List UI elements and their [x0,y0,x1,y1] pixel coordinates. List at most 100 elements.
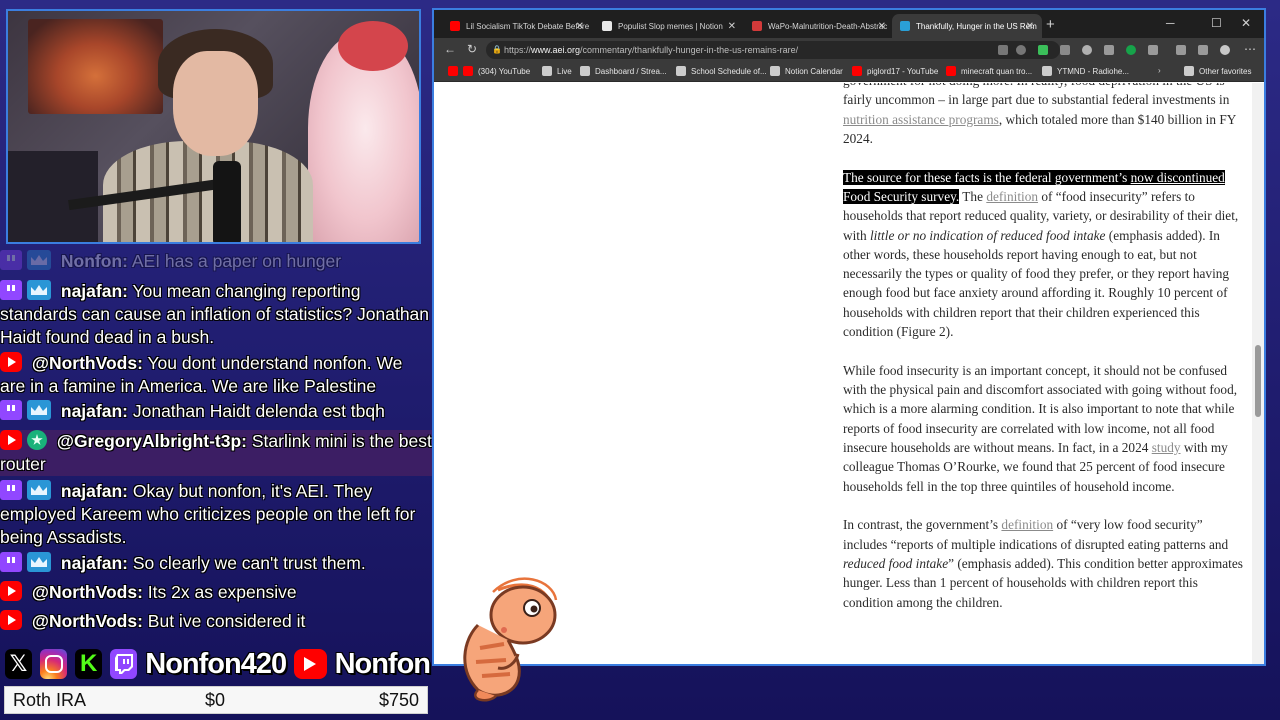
scrollbar-thumb[interactable] [1255,345,1261,417]
new-tab-button[interactable]: + [1046,16,1055,33]
bookmark-label: piglord17 - YouTube [867,66,939,76]
paragraph-text: The [959,188,987,204]
microphone [213,161,241,242]
chat-text: Its 2x as expensive [147,582,297,602]
extension-circle-icon[interactable] [1082,45,1092,55]
tab-pdf[interactable]: WaPo-Malnutrition-Death-Abstrac ✕ [744,14,894,38]
url-path: /commentary/thankfully-hunger-in-the-us-… [580,45,799,55]
emphasis-text: reduced food intake [843,556,949,572]
url-input[interactable]: 🔒 https://www.aei.org/commentary/thankfu… [486,41,1060,59]
bookmark-label: Dashboard / Strea... [595,66,667,76]
chat-message: Nonfon: AEI has a paper on hunger [0,250,432,273]
url-prefix: https:// [504,45,532,55]
twitch-icon [0,280,22,300]
bookmark-live[interactable]: Live [542,66,572,76]
bookmark-label: Other favorites [1199,66,1252,76]
chat-username: @NorthVods: [31,611,143,631]
tab-close-icon[interactable]: ✕ [576,21,584,32]
definition-link[interactable]: definition [1001,517,1053,532]
youtube-icon [0,430,22,450]
folder-icon [580,66,590,76]
paragraph-text: (emphasis added). In other words, these … [843,227,1230,340]
bookmark-youtube[interactable]: (304) YouTube [448,66,530,76]
youtube-icon [450,21,460,31]
tab-close-icon[interactable]: ✕ [878,21,886,32]
tab-youtube[interactable]: Lil Socialism TikTok Debate Before ✕ [442,14,592,38]
extension-pen-icon[interactable] [1038,45,1048,55]
extension-hr-icon[interactable] [1060,45,1070,55]
crown-badge-icon [27,250,51,270]
twitch-icon [0,250,22,270]
address-bar: ← ↻ 🔒 https://www.aei.org/commentary/tha… [434,38,1264,62]
tab-notion[interactable]: Populist Slop memes | Notion ✕ [594,14,744,38]
plush-toy-head [338,21,408,71]
ytmnd-icon [1042,66,1052,76]
webcam-feed [6,9,421,244]
profile-avatar-icon[interactable] [1220,45,1230,55]
chat-username: Nonfon: [60,251,128,271]
youtube-icon [946,66,956,76]
tab-title: Lil Socialism TikTok Debate Before [466,21,590,31]
folder-icon [542,66,552,76]
chat-username: @GregoryAlbright-t3p: [56,431,247,451]
bookmark-minecraft[interactable]: minecraft quan tro... [946,66,1032,76]
roth-ira-goal: $750 [378,689,419,710]
extension-green-icon[interactable] [1126,45,1136,55]
bookmark-label: School Schedule of... [691,66,767,76]
crown-badge-icon [27,480,51,500]
chat-message: najafan: You mean changing reporting sta… [0,280,432,349]
bookmark-school-schedule[interactable]: School Schedule of... [676,66,767,76]
youtube-icon [0,581,22,601]
study-link[interactable]: study [1152,440,1181,455]
page-scrollbar[interactable] [1252,83,1264,664]
tab-aei-article[interactable]: Thankfully, Hunger in the US Rem ✕ [892,14,1042,38]
extensions-puzzle-icon[interactable] [1148,45,1158,55]
bookmark-label: YTMND - Radiohe... [1057,66,1130,76]
browser-window: Lil Socialism TikTok Debate Before ✕ Pop… [432,8,1266,666]
download-icon[interactable] [1198,45,1208,55]
tab-title: Thankfully, Hunger in the US Rem [916,21,1037,31]
bookmark-notion-calendar[interactable]: Notion Calendar [770,66,843,76]
twitch-channel-name: Nonfon420 [145,647,287,680]
reader-mode-icon[interactable] [998,45,1008,55]
notion-icon [602,21,612,31]
youtube-icon [852,66,862,76]
youtube-icon [463,66,473,76]
definition-link[interactable]: definition [986,189,1038,204]
back-arrow-icon[interactable]: ← [444,42,456,56]
tab-close-icon[interactable]: ✕ [1026,21,1034,32]
minimize-button[interactable]: ─ [1166,16,1175,30]
close-window-button[interactable]: ✕ [1241,16,1251,30]
tab-title: WaPo-Malnutrition-Death-Abstrac [768,21,888,31]
youtube-channel-name: Nonfon [334,647,431,680]
chevron-right-icon[interactable]: › [1158,66,1161,75]
kick-icon: K [75,649,103,679]
refresh-icon[interactable]: ↻ [467,42,477,56]
article-paragraph: In contrast, the government’s definition… [843,515,1243,611]
favorite-star-icon[interactable] [1016,45,1026,55]
nutrition-programs-link[interactable]: nutrition assistance programs [843,112,999,127]
article-body: government for not doing more. In realit… [843,83,1243,631]
bookmark-ytmnd[interactable]: YTMND - Radiohe... [1042,66,1129,76]
bookmark-label: minecraft quan tro... [961,66,1033,76]
now-discontinued-link[interactable]: now discontinued [1131,170,1225,185]
pdf-icon [752,21,762,31]
socials-bar: 𝕏 K Nonfon420 Nonfon [5,645,431,683]
maximize-button[interactable]: ☐ [1211,16,1222,30]
chat-message: @NorthVods: Its 2x as expensive [0,581,432,604]
bookmark-label: Notion Calendar [785,66,843,76]
youtube-icon [448,66,458,76]
chat-username: @NorthVods: [31,353,143,373]
bookmark-piglord17[interactable]: piglord17 - YouTube [852,66,938,76]
chat-text: Jonathan Haidt delenda est tbqh [132,401,385,421]
more-menu-icon[interactable]: ⋯ [1244,42,1256,56]
crown-badge-icon [27,280,51,300]
chat-message: @NorthVods: You dont understand nonfon. … [0,352,432,398]
extension-trash-icon[interactable] [1104,45,1114,55]
bookmark-other-favorites[interactable]: Other favorites [1184,66,1251,76]
youtube-icon [294,649,327,679]
twitch-icon [0,480,22,500]
tab-close-icon[interactable]: ✕ [728,21,736,32]
bookmark-dashboard[interactable]: Dashboard / Strea... [580,66,667,76]
favorites-icon[interactable] [1176,45,1186,55]
